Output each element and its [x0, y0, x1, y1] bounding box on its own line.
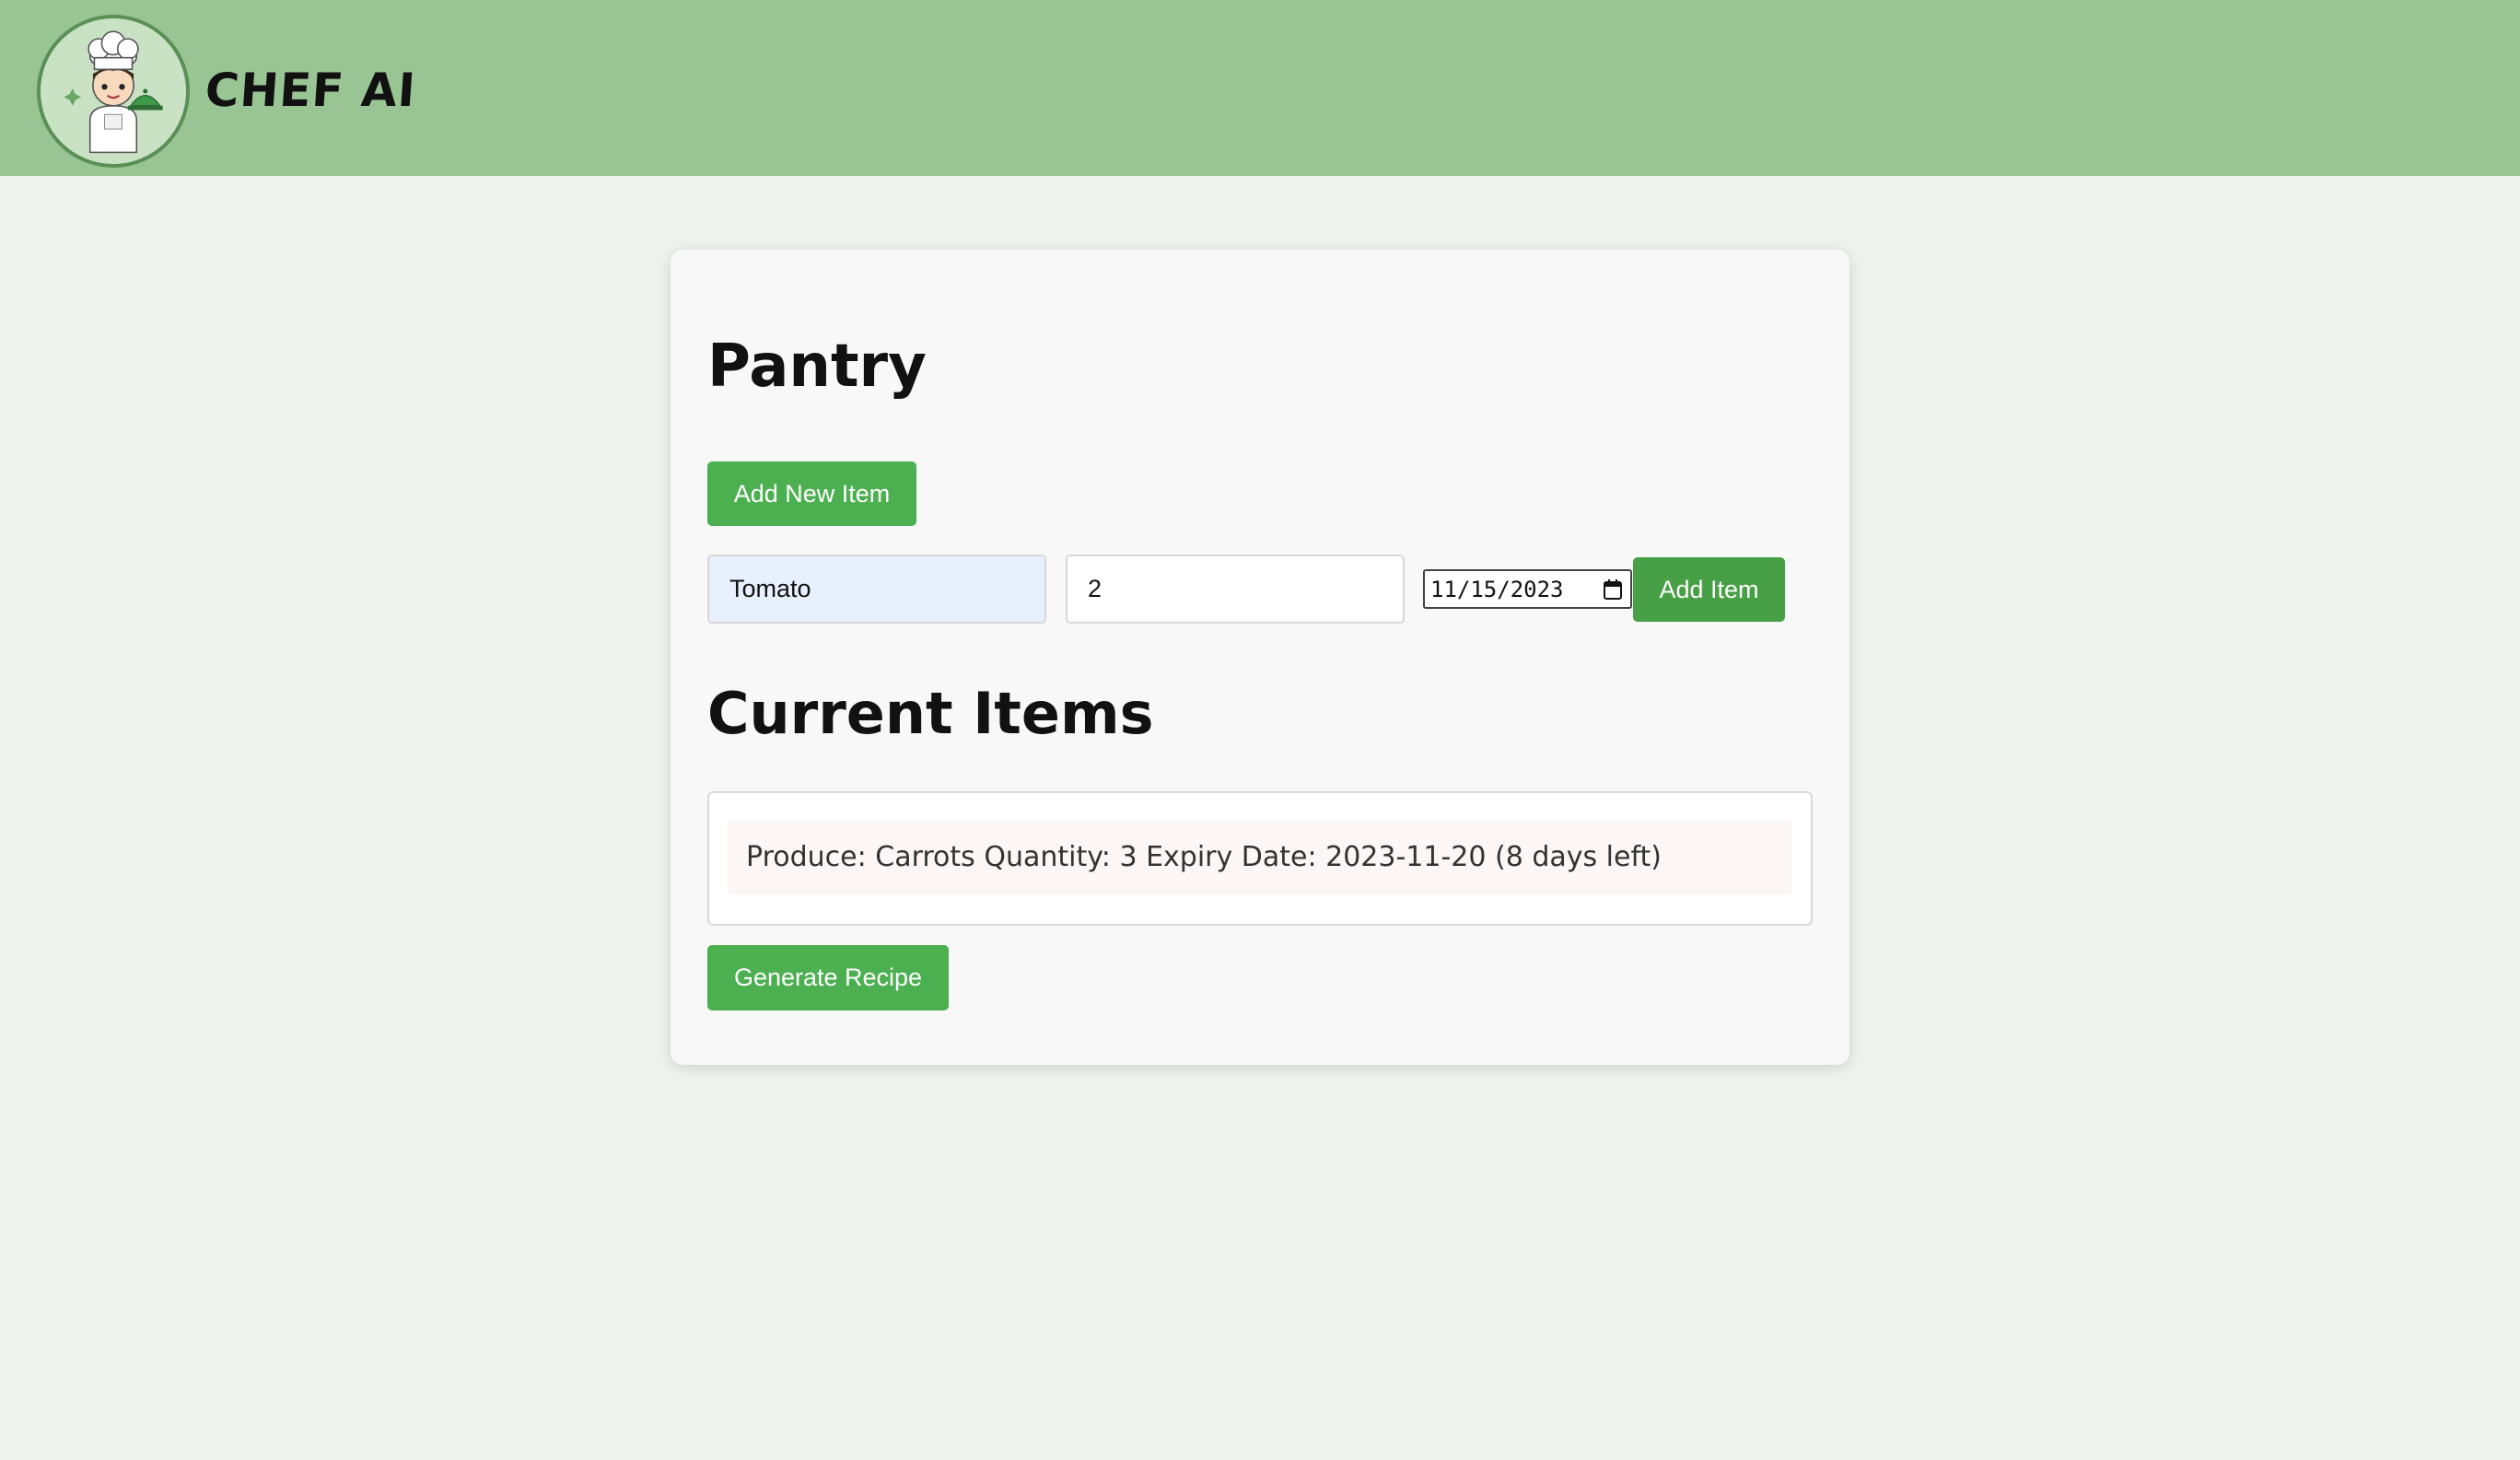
- pantry-card: Pantry Add New Item 11/15/2023 Add Item …: [671, 250, 1849, 1065]
- item-name-input[interactable]: [707, 555, 1046, 624]
- expiry-date-value: 11/15/2023: [1430, 577, 1564, 602]
- list-item: Produce: Carrots Quantity: 3 Expiry Date…: [728, 821, 1792, 894]
- generate-recipe-button[interactable]: Generate Recipe: [707, 945, 949, 1010]
- chef-mascot-icon[interactable]: [37, 15, 190, 168]
- page-title: Pantry: [707, 333, 927, 401]
- item-quantity-input[interactable]: [1066, 555, 1405, 624]
- add-new-item-button[interactable]: Add New Item: [707, 461, 916, 526]
- calendar-icon[interactable]: [1603, 578, 1623, 601]
- current-items-heading: Current Items: [707, 680, 1154, 747]
- current-items-list: Produce: Carrots Quantity: 3 Expiry Date…: [707, 791, 1813, 926]
- brand-name: CHEF AI: [203, 64, 418, 117]
- expiry-date-input[interactable]: 11/15/2023: [1423, 569, 1632, 609]
- add-item-button[interactable]: Add Item: [1633, 557, 1785, 622]
- app-header: CHEF AI: [0, 0, 2520, 176]
